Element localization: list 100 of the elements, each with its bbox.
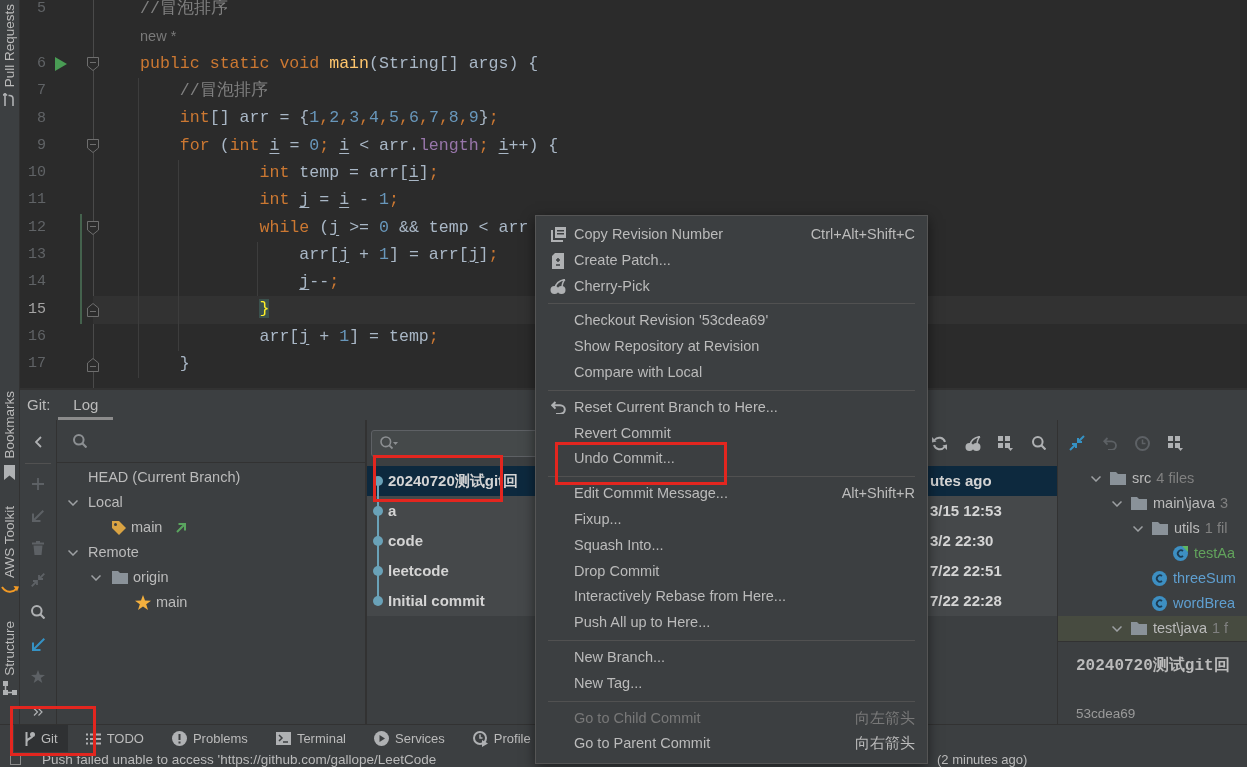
code-line: int j = i - 1; <box>259 189 399 212</box>
menu-item[interactable]: New Branch... <box>536 644 927 671</box>
terminal-icon <box>275 732 291 745</box>
double-chevron-icon[interactable] <box>33 708 43 716</box>
chevron-down-icon[interactable] <box>1112 625 1122 632</box>
tree-item[interactable]: HEAD (Current Branch) <box>57 465 365 490</box>
menu-item[interactable]: Squash Into... <box>536 532 927 559</box>
tree-item[interactable]: test\java 1 f <box>1058 616 1247 641</box>
line-number: 7 <box>36 81 46 102</box>
tree-item[interactable]: main <box>57 590 365 615</box>
tree-item[interactable]: main <box>57 515 365 540</box>
refresh-icon[interactable] <box>932 435 947 451</box>
play-icon <box>374 731 389 746</box>
commit-message: code <box>388 530 423 551</box>
tree-item[interactable]: main\java 3 <box>1058 491 1247 516</box>
chevron-left-icon[interactable] <box>34 435 42 448</box>
commit-message: leetcode <box>388 560 449 581</box>
line-number: 10 <box>27 163 46 184</box>
menu-item[interactable]: Cherry-Pick <box>536 273 927 300</box>
search-dropdown-icon <box>380 436 398 450</box>
branch-icon <box>24 731 35 746</box>
folder-icon <box>1131 622 1147 635</box>
chevron-down-icon[interactable] <box>1133 525 1143 532</box>
code-line: while (j >= 0 && temp < arr <box>259 216 529 239</box>
menu-item[interactable]: Drop Commit <box>536 558 927 585</box>
exclamation-icon <box>171 731 187 746</box>
code-author-hint: new * <box>140 27 177 47</box>
tree-item[interactable]: Local <box>57 490 365 515</box>
grid-dropdown-icon[interactable] <box>1168 435 1183 451</box>
line-number: 6 <box>36 54 46 74</box>
tool-window-button[interactable]: Bookmarks <box>0 388 19 480</box>
menu-item[interactable]: Interactively Rebase from Here... <box>536 584 927 611</box>
menu-item[interactable]: Create Patch... <box>536 247 927 274</box>
menu-item[interactable]: Undo Commit... <box>536 446 927 473</box>
tree-item[interactable]: utils 1 fil <box>1058 516 1247 541</box>
code-line: for (int i = 0; i < arr.length; i++) { <box>179 134 559 157</box>
commit-message: Initial commit <box>388 590 485 611</box>
status-time: (2 minutes ago) <box>937 752 1028 767</box>
folder-icon <box>1152 522 1168 535</box>
menu-item[interactable]: Reset Current Branch to Here... <box>536 394 927 421</box>
tree-item[interactable]: threeSum <box>1058 566 1247 591</box>
line-number: 11 <box>27 190 46 211</box>
tool-window-tab[interactable]: Services <box>364 725 455 752</box>
menu-item[interactable]: Push All up to Here... <box>536 610 927 636</box>
menu-item[interactable]: Compare with Local <box>536 360 927 386</box>
code-line: //冒泡排序 <box>140 0 228 21</box>
tool-window-button[interactable]: Pull Requests <box>0 0 19 107</box>
grid-dropdown-icon[interactable] <box>998 435 1013 451</box>
code-line: //冒泡排序 <box>179 79 268 103</box>
fold-marker-icon[interactable] <box>87 357 99 372</box>
fold-marker-icon[interactable] <box>87 221 99 235</box>
fold-marker-icon[interactable] <box>87 139 99 154</box>
menu-item[interactable]: Copy Revision Number Ctrl+Alt+Shift+C <box>536 222 927 248</box>
tool-window-button[interactable]: AWS Toolkit <box>0 505 19 594</box>
line-number: 13 <box>27 245 46 266</box>
menu-item[interactable]: Show Repository at Revision <box>536 334 927 360</box>
bent-arrow-icon <box>3 93 16 107</box>
code-line: } <box>179 353 190 376</box>
menu-item[interactable]: Edit Commit Message... Alt+Shift+R <box>536 481 927 507</box>
tool-window-tab[interactable]: Terminal <box>265 725 356 752</box>
fold-marker-icon[interactable] <box>87 302 99 317</box>
cherries-icon[interactable] <box>964 435 981 451</box>
tool-window-tab[interactable]: Git <box>14 725 68 752</box>
chevron-down-icon[interactable] <box>68 499 78 506</box>
run-icon[interactable] <box>55 57 67 72</box>
menu-item[interactable]: Fixup... <box>536 506 927 533</box>
line-number: 17 <box>27 354 46 375</box>
tool-window-tab[interactable]: TODO <box>75 725 154 752</box>
tree-item[interactable]: Remote <box>57 540 365 565</box>
menu-item[interactable]: Checkout Revision '53cdea69' <box>536 308 927 335</box>
fold-marker-icon[interactable] <box>87 57 99 72</box>
chevron-down-icon[interactable] <box>1112 500 1122 507</box>
menu-item[interactable]: New Tag... <box>536 670 927 697</box>
tree-item[interactable]: testAa <box>1058 541 1247 566</box>
tab[interactable]: Log <box>58 390 114 420</box>
folder-icon <box>1110 472 1126 485</box>
tool-window-title: Git: <box>27 394 51 415</box>
tool-window-tab[interactable]: Problems <box>161 725 258 752</box>
tree-item[interactable]: origin <box>57 565 365 590</box>
arrow-down-left-icon[interactable] <box>31 637 45 651</box>
commit-message: a <box>388 500 397 521</box>
tool-window-button[interactable]: Structure <box>0 620 19 696</box>
line-number: 16 <box>27 326 46 347</box>
chevron-down-icon[interactable] <box>1091 475 1101 482</box>
undo-icon <box>550 401 566 415</box>
code-line: public static void main(String[] args) { <box>140 52 539 75</box>
tree-item[interactable]: src 4 files <box>1058 466 1247 491</box>
search-icon <box>73 434 87 448</box>
search-icon[interactable] <box>31 605 45 619</box>
diagonal-arrows-icon[interactable] <box>1068 435 1085 451</box>
search-icon[interactable] <box>1031 436 1046 450</box>
tree-item[interactable]: wordBrea <box>1058 591 1247 616</box>
commit-date: 3/15 12:53 <box>930 500 1002 521</box>
chevron-down-icon[interactable] <box>68 549 78 556</box>
menu-item[interactable]: Revert Commit <box>536 420 927 447</box>
square-icon <box>10 754 21 765</box>
menu-item[interactable]: Go to Parent Commit 向右箭头 <box>536 731 927 758</box>
tool-window-tab[interactable]: Profile <box>462 725 531 752</box>
line-number: 12 <box>27 217 46 238</box>
chevron-down-icon[interactable] <box>91 574 101 581</box>
